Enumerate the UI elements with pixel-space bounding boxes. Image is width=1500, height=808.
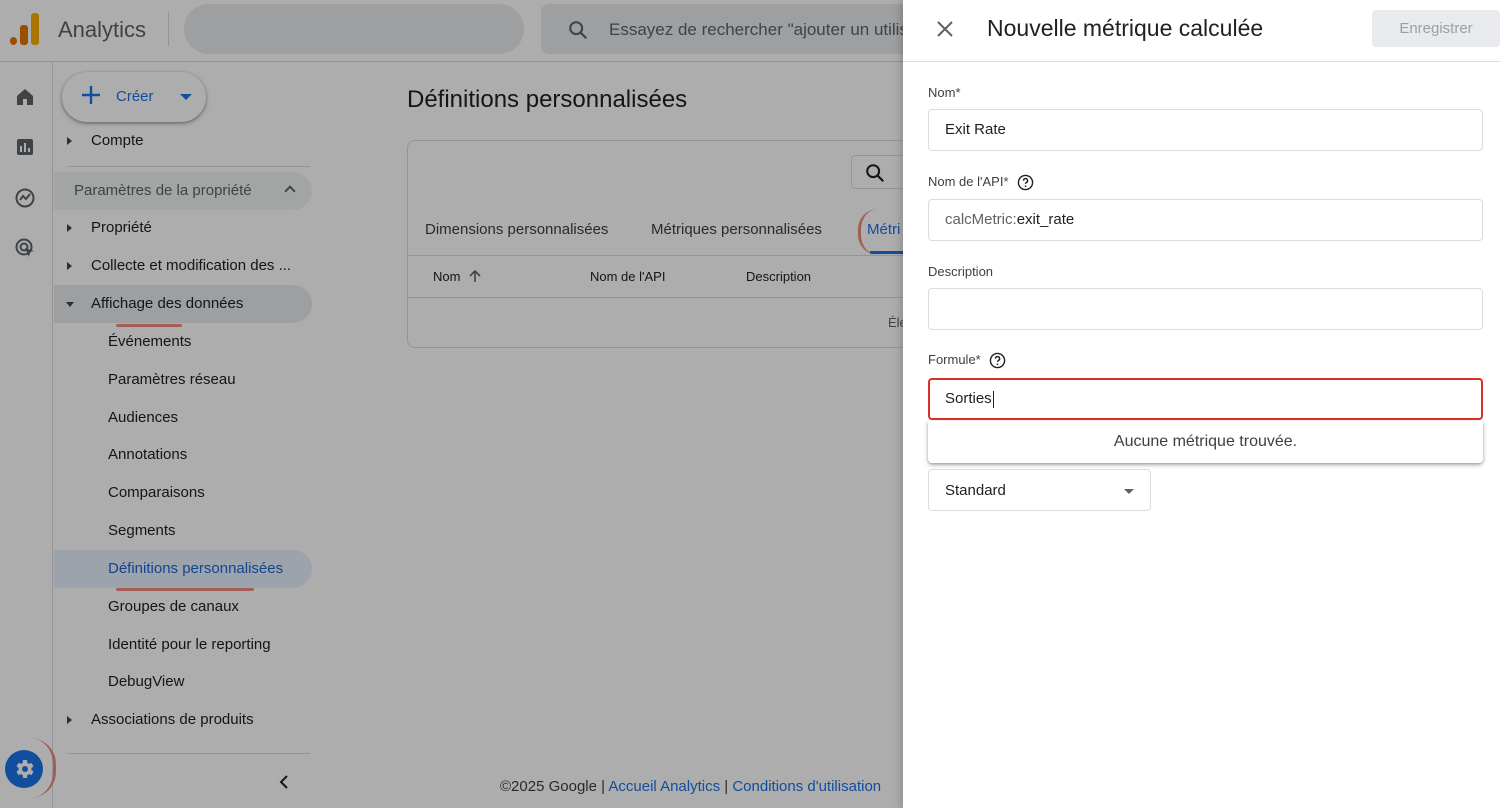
formula-label: Formule* bbox=[928, 352, 981, 367]
api-name-label: Nom de l'API* bbox=[928, 174, 1009, 189]
name-label: Nom* bbox=[928, 85, 961, 100]
formula-suggestions-empty: Aucune métrique trouvée. bbox=[928, 421, 1483, 463]
help-icon[interactable] bbox=[1017, 174, 1034, 191]
panel-title: Nouvelle métrique calculée bbox=[987, 15, 1264, 41]
api-name-field[interactable]: calcMetric:exit_rate bbox=[928, 199, 1483, 241]
panel-header: Nouvelle métrique calculée Enregistrer bbox=[903, 0, 1500, 62]
modal-scrim[interactable] bbox=[0, 0, 903, 808]
metric-type-value: Standard bbox=[945, 482, 1006, 499]
api-name-prefix: calcMetric: bbox=[945, 211, 1017, 228]
name-field[interactable]: Exit Rate bbox=[928, 109, 1483, 151]
description-label: Description bbox=[928, 264, 994, 279]
save-button[interactable]: Enregistrer bbox=[1372, 10, 1500, 47]
dropdown-arrow-icon bbox=[1124, 489, 1134, 494]
help-icon[interactable] bbox=[989, 352, 1006, 369]
api-name-label-row: Nom de l'API* bbox=[928, 174, 1034, 191]
close-icon[interactable] bbox=[933, 17, 957, 41]
formula-value: Sorties bbox=[945, 390, 992, 407]
text-cursor bbox=[992, 390, 994, 408]
formula-field[interactable]: Sorties bbox=[928, 378, 1483, 420]
formula-label-row: Formule* bbox=[928, 352, 1006, 369]
metric-type-select[interactable]: Standard bbox=[928, 469, 1151, 511]
api-name-value: exit_rate bbox=[1016, 211, 1075, 228]
name-field-value: Exit Rate bbox=[945, 121, 1006, 138]
description-field[interactable] bbox=[928, 288, 1483, 330]
new-calculated-metric-panel: Nouvelle métrique calculée Enregistrer N… bbox=[903, 0, 1500, 808]
